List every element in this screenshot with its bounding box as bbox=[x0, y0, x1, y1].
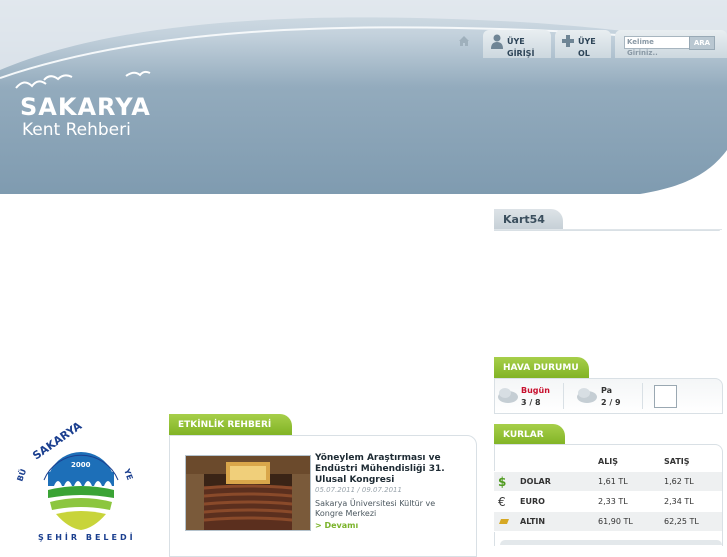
search-bar: Kelime Giriniz.. ARA bbox=[615, 30, 727, 58]
euro-icon: € bbox=[494, 491, 516, 512]
login-button[interactable]: ÜYE GİRİŞİ bbox=[483, 30, 551, 58]
plus-icon bbox=[562, 35, 574, 47]
search-input[interactable]: Kelime Giriniz.. bbox=[624, 36, 690, 57]
weather-next-icon[interactable] bbox=[654, 385, 677, 408]
dollar-icon: $ bbox=[494, 471, 516, 492]
event-place: Sakarya Üniversitesi Kültür ve Kongre Me… bbox=[315, 499, 436, 518]
cloud-icon bbox=[498, 388, 518, 403]
currency-header-sell: SATIŞ bbox=[660, 452, 722, 472]
birds-icon bbox=[15, 70, 151, 89]
weather-panel: Bugün 3 / 8 Pa 2 / 9 bbox=[494, 378, 723, 414]
kart54-divider bbox=[494, 229, 722, 230]
event-title[interactable]: Yöneylem Araştırması ve Endüstri Mühendi… bbox=[315, 453, 463, 486]
svg-text:ŞEHİR BELEDİ: ŞEHİR BELEDİ bbox=[38, 532, 136, 542]
municipality-seal-logo: 2000 SAKARYA BÜ YE ŞEHİR BELEDİ bbox=[14, 419, 136, 542]
currency-title: KURLAR bbox=[494, 424, 565, 446]
home-icon bbox=[459, 36, 469, 46]
currency-buy: 1,61 TL bbox=[594, 471, 660, 492]
weather-divider bbox=[642, 383, 643, 409]
currency-table: ALIŞ SATIŞ $ DOLAR 1,61 TL 1,62 TL € EUR… bbox=[494, 452, 722, 532]
kart54-title[interactable]: Kart54 bbox=[494, 209, 563, 231]
events-title: ETKİNLİK REHBERİ bbox=[169, 414, 292, 436]
search-button[interactable]: ARA bbox=[689, 36, 715, 50]
site-logo[interactable]: SAKARYA Kent Rehberi bbox=[20, 94, 151, 140]
currency-name: EURO bbox=[516, 491, 594, 512]
currency-sell: 62,25 TL bbox=[660, 511, 722, 532]
event-image[interactable] bbox=[185, 455, 311, 531]
site-header: SAKARYA Kent Rehberi ÜYE GİRİŞİ ÜYE OL K… bbox=[0, 0, 727, 194]
user-icon bbox=[491, 34, 503, 49]
currency-buy: 61,90 TL bbox=[594, 511, 660, 532]
svg-text:2000: 2000 bbox=[71, 461, 91, 469]
currency-header bbox=[494, 452, 516, 472]
svg-text:BÜ: BÜ bbox=[14, 467, 28, 482]
currency-row: ALTIN 61,90 TL 62,25 TL bbox=[494, 511, 722, 532]
weather-day-label: Bugün bbox=[521, 386, 550, 395]
login-label: ÜYE GİRİŞİ bbox=[507, 37, 535, 58]
logo-subtitle: Kent Rehberi bbox=[22, 120, 131, 140]
cloud-icon bbox=[577, 388, 597, 403]
gold-icon bbox=[494, 511, 516, 532]
weather-day-temps: 3 / 8 bbox=[521, 398, 541, 407]
currency-name: DOLAR bbox=[516, 471, 594, 492]
currency-header-buy: ALIŞ bbox=[594, 452, 660, 472]
municipality-seal[interactable]: 2000 SAKARYA BÜ YE ŞEHİR BELEDİ bbox=[14, 419, 149, 549]
currency-sell: 2,34 TL bbox=[660, 491, 722, 512]
register-label: ÜYE OL bbox=[578, 37, 596, 58]
weather-day-temps: 2 / 9 bbox=[601, 398, 621, 407]
event-more-link[interactable]: > Devamı bbox=[315, 521, 358, 530]
currency-row: € EURO 2,33 TL 2,34 TL bbox=[494, 491, 722, 512]
event-dates: 05.07.2011 / 09.07.2011 bbox=[315, 486, 402, 494]
currency-sell: 1,62 TL bbox=[660, 471, 722, 492]
weather-day-label: Pa bbox=[601, 386, 613, 395]
auditorium-image bbox=[186, 456, 310, 530]
register-button[interactable]: ÜYE OL bbox=[555, 30, 611, 58]
currency-row: $ DOLAR 1,61 TL 1,62 TL bbox=[494, 471, 722, 492]
currency-header-row: ALIŞ SATIŞ bbox=[494, 452, 722, 472]
currency-buy: 2,33 TL bbox=[594, 491, 660, 512]
kart54-panel bbox=[494, 230, 720, 231]
svg-text:YE: YE bbox=[122, 467, 135, 482]
weather-title: HAVA DURUMU bbox=[494, 357, 589, 379]
currency-header bbox=[516, 452, 594, 472]
home-button[interactable] bbox=[455, 30, 477, 58]
currency-name: ALTIN bbox=[516, 511, 594, 532]
weather-divider bbox=[563, 383, 564, 409]
next-panel-edge bbox=[500, 540, 722, 545]
logo-title: SAKARYA bbox=[20, 93, 151, 121]
